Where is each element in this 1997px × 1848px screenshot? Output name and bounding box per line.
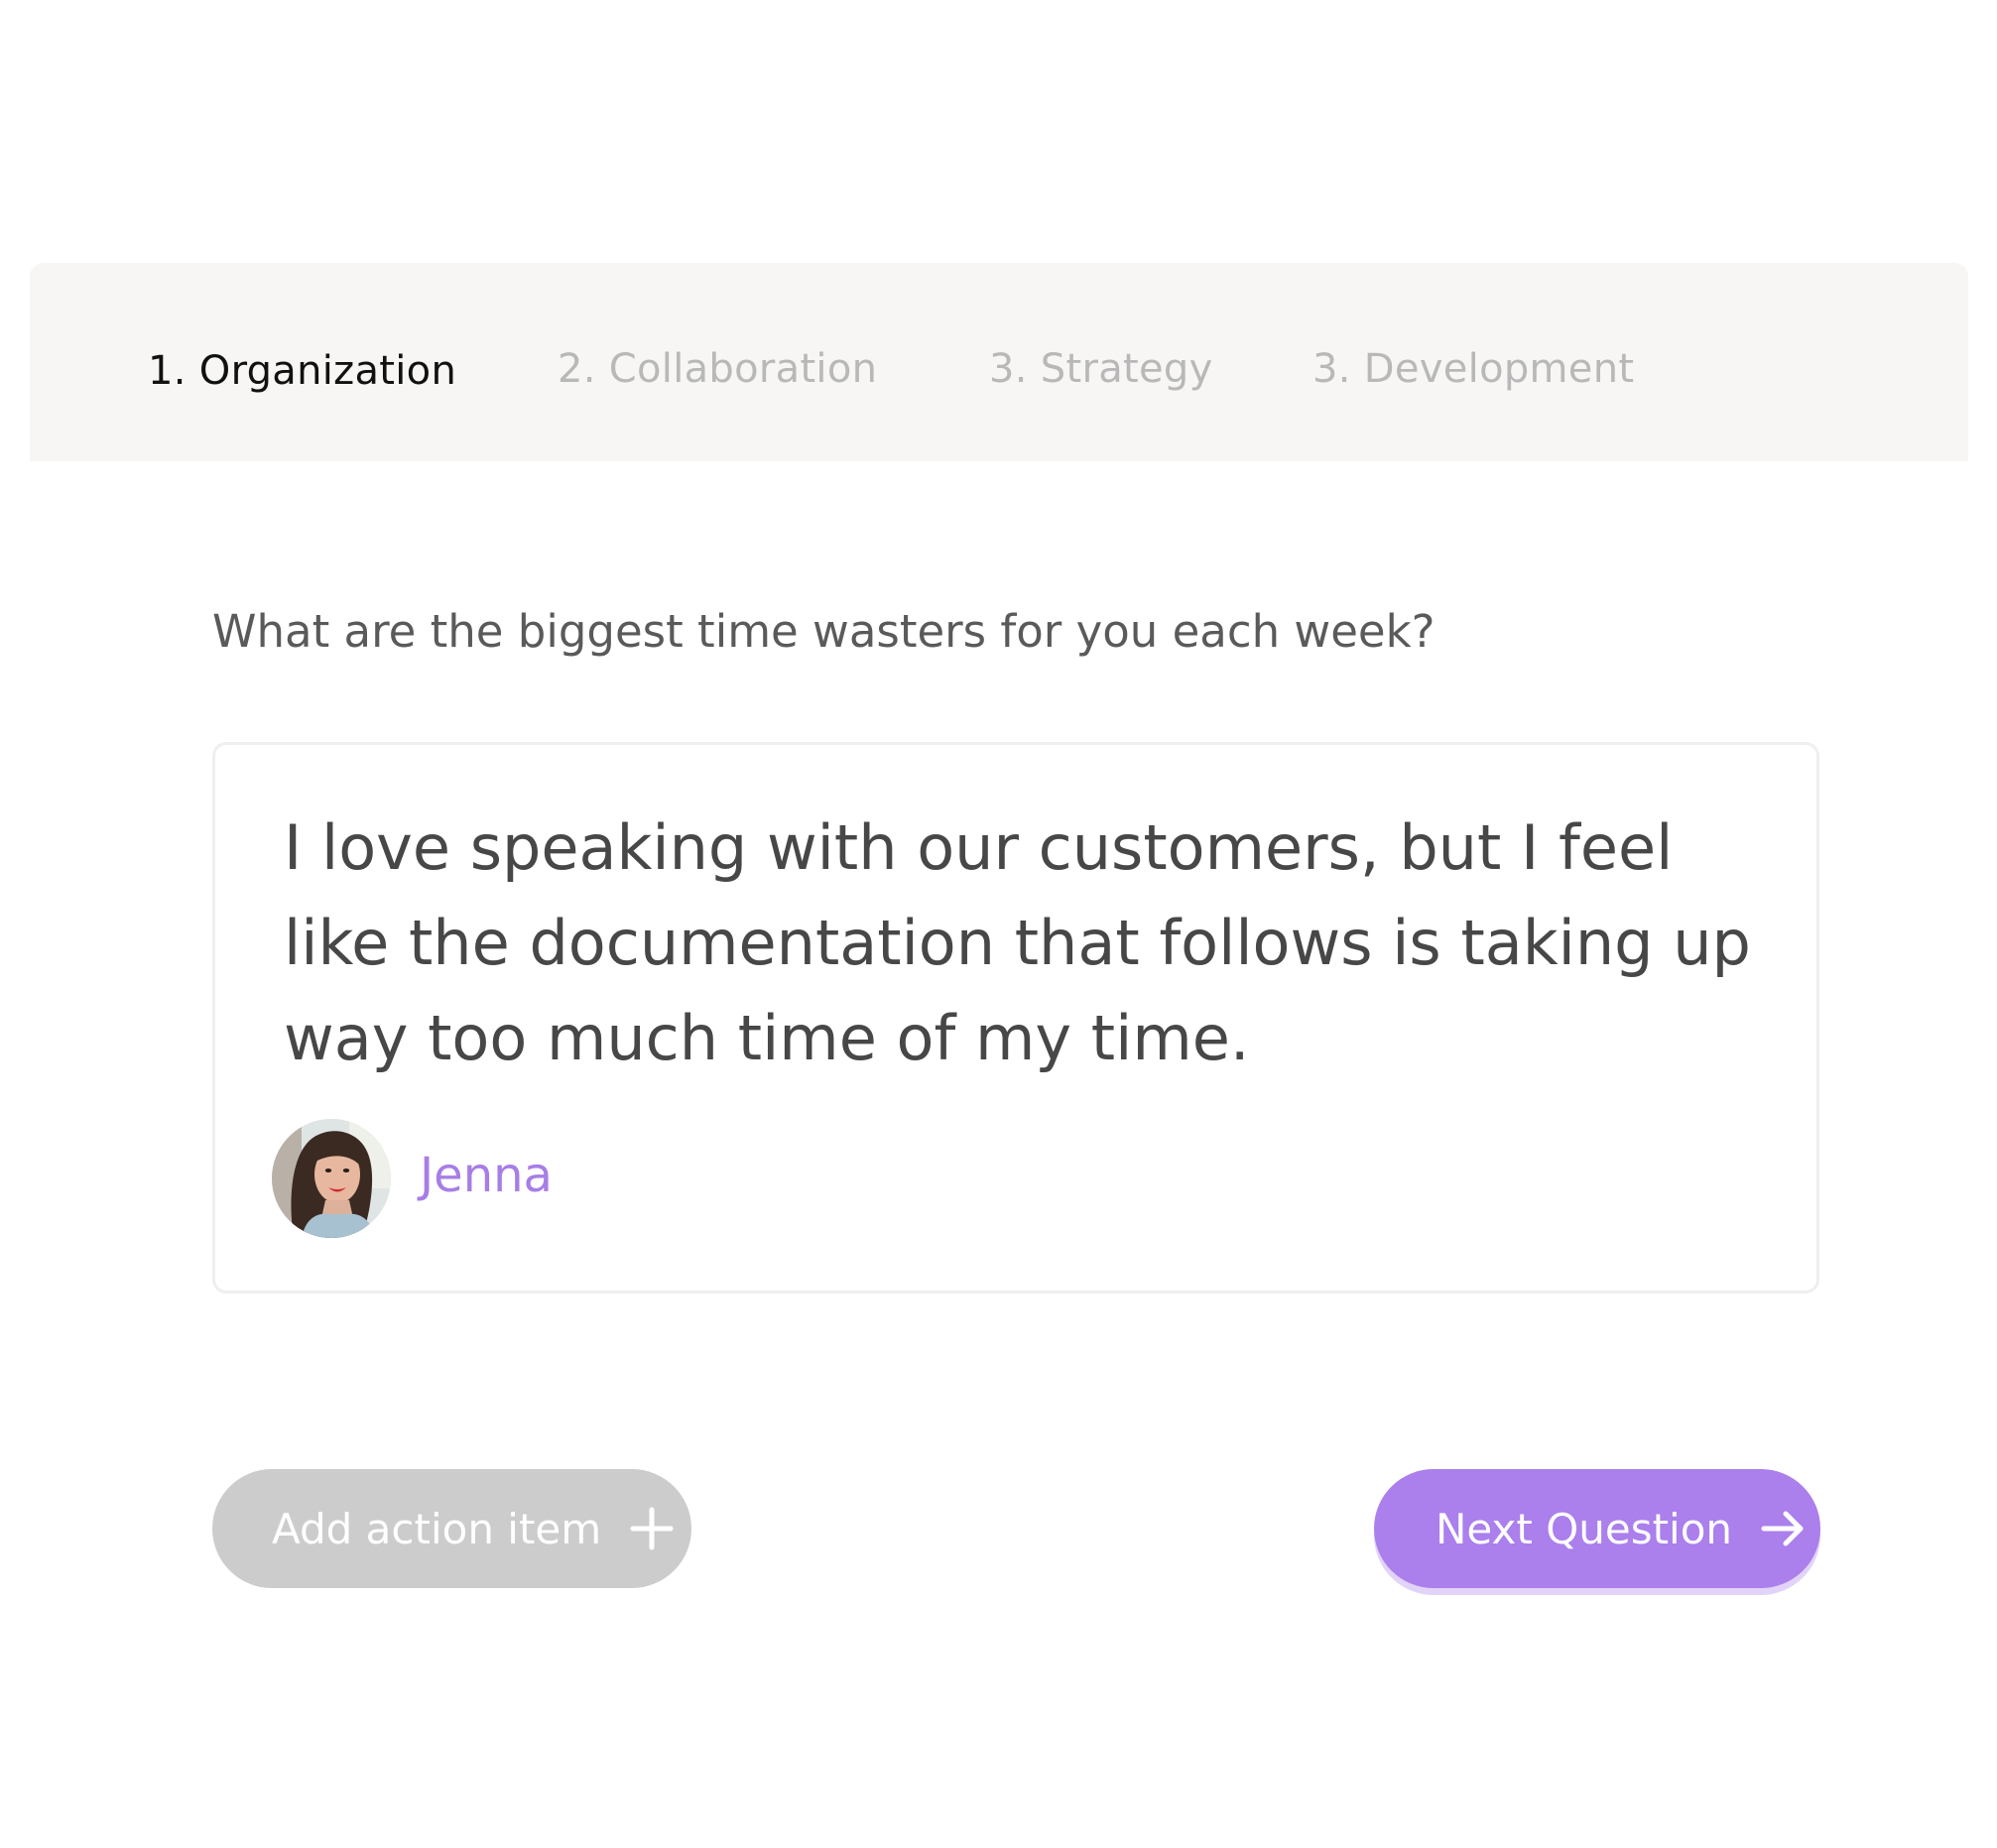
tab-collaboration[interactable]: 2. Collaboration	[558, 346, 877, 392]
arrow-right-icon	[1760, 1506, 1806, 1551]
answer-text: I love speaking with our customers, but …	[284, 811, 1751, 1074]
plus-icon	[629, 1506, 675, 1551]
tab-organization[interactable]: 1. Organization	[148, 348, 456, 394]
question-category-tabs: 1. Organization 2. Collaboration 3. Stra…	[30, 263, 1968, 461]
add-action-item-button[interactable]: Add action item	[212, 1469, 691, 1588]
next-question-label: Next Question	[1435, 1504, 1733, 1553]
next-question-button[interactable]: Next Question	[1374, 1469, 1820, 1588]
tab-strategy[interactable]: 3. Strategy	[989, 346, 1213, 392]
page: 1. Organization 2. Collaboration 3. Stra…	[0, 0, 1997, 1848]
tab-development[interactable]: 3. Development	[1312, 346, 1634, 392]
question-text: What are the biggest time wasters for yo…	[212, 605, 1435, 658]
avatar	[272, 1119, 391, 1238]
author-name[interactable]: Jenna	[420, 1148, 553, 1203]
add-action-item-label: Add action item	[272, 1504, 602, 1553]
answer-card: I love speaking with our customers, but …	[212, 742, 1819, 1294]
